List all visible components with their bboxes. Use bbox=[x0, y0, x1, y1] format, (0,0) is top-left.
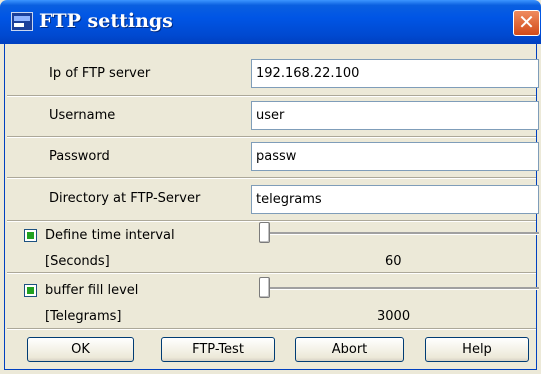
password-field[interactable]: passw bbox=[251, 142, 539, 171]
close-button[interactable]: ✕ bbox=[513, 10, 540, 36]
ip-label: Ip of FTP server bbox=[49, 66, 151, 81]
seconds-unit-label: [Seconds] bbox=[45, 254, 110, 269]
buffer-value: 3000 bbox=[377, 309, 411, 324]
time-interval-value: 60 bbox=[385, 254, 402, 269]
ok-button[interactable]: OK bbox=[27, 337, 134, 362]
buffer-fill-checkbox[interactable] bbox=[24, 284, 37, 297]
separator bbox=[7, 220, 536, 222]
directory-field[interactable]: telegrams bbox=[251, 185, 539, 214]
separator bbox=[7, 177, 536, 179]
close-icon: ✕ bbox=[518, 10, 535, 34]
directory-label: Directory at FTP-Server bbox=[49, 191, 201, 206]
separator bbox=[7, 95, 536, 97]
dialog-body: Ip of FTP server 192.168.22.100 Username… bbox=[4, 44, 539, 370]
time-interval-slider-thumb[interactable] bbox=[259, 222, 270, 243]
help-button[interactable]: Help bbox=[425, 337, 529, 362]
separator bbox=[7, 272, 536, 274]
window-title: FTP settings bbox=[39, 10, 173, 32]
ftp-settings-icon bbox=[11, 12, 33, 31]
username-field[interactable]: user bbox=[251, 101, 539, 130]
time-interval-slider-track[interactable] bbox=[259, 232, 539, 235]
ftp-test-button[interactable]: FTP-Test bbox=[161, 337, 275, 362]
time-interval-checkbox[interactable] bbox=[24, 229, 37, 242]
ip-field[interactable]: 192.168.22.100 bbox=[251, 59, 539, 88]
buffer-fill-label: buffer fill level bbox=[45, 283, 139, 298]
title-bar[interactable]: FTP settings ✕ bbox=[0, 0, 541, 44]
buffer-slider-thumb[interactable] bbox=[259, 277, 270, 298]
ftp-settings-dialog: FTP settings ✕ Ip of FTP server 192.168.… bbox=[0, 0, 541, 374]
username-label: Username bbox=[49, 108, 116, 123]
abort-button[interactable]: Abort bbox=[295, 337, 404, 362]
separator bbox=[7, 328, 536, 330]
buffer-slider-track[interactable] bbox=[259, 287, 539, 290]
telegrams-unit-label: [Telegrams] bbox=[45, 309, 122, 324]
checkbox-mark bbox=[27, 232, 34, 239]
checkbox-mark bbox=[27, 287, 34, 294]
time-interval-label: Define time interval bbox=[45, 228, 175, 243]
separator bbox=[7, 136, 536, 138]
password-label: Password bbox=[49, 149, 110, 164]
